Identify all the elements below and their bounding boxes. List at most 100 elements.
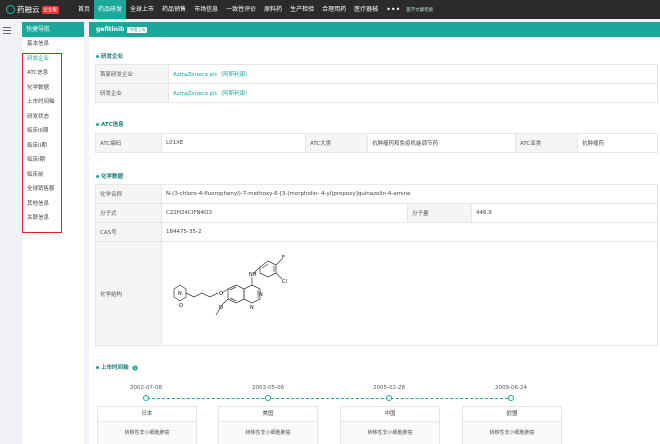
timeline-date: 2002-07-08 [130, 385, 162, 391]
timeline-country: 美国 [219, 407, 317, 422]
sidebar-item-related-info[interactable]: 关联信息 [22, 211, 84, 226]
timeline-dot[interactable] [265, 395, 271, 401]
atom-label: O [179, 303, 183, 309]
structure-cell: N O O O NH N N F Cl [161, 241, 658, 346]
atc-sub-value: 抗肿瘤药 [577, 133, 658, 153]
nav-item-api[interactable]: 原料药 [260, 0, 286, 19]
timeline-date: 2009-06-24 [495, 385, 527, 391]
nav-item-rational-use[interactable]: 合理用药 [318, 0, 350, 19]
timeline-date: 2003-05-06 [252, 385, 284, 391]
formula-label: 分子式 [95, 203, 162, 223]
table-row: 化学名称 N-(3-chloro-4-fluorophenyl)-7-metho… [95, 184, 658, 204]
timeline-card: 日本 转移性非小细胞肺癌 [97, 406, 197, 444]
table-row: CAS号 184475-35-2 [95, 222, 658, 242]
sidebar-item-basic-info[interactable]: 基本信息 [22, 37, 84, 52]
timeline-country: 中国 [341, 407, 439, 422]
developer-table: 首家研发企业 AstraZeneca plc（阿斯利康） 研发企业 AstraZ… [95, 64, 658, 103]
timeline-date: 2005-02-28 [373, 385, 405, 391]
atom-label: NH [249, 272, 257, 278]
timeline-dot[interactable] [386, 395, 392, 401]
section-dot-icon [96, 55, 99, 58]
sidebar-item-timeline[interactable]: 上市时间轴 [22, 95, 84, 110]
developer-label: 研发企业 [95, 83, 169, 103]
sidebar-title: 快捷导航 [22, 22, 84, 37]
top-navigation-bar: 药融云 企业版 首页 药品研发 全球上市 药品销售 市场信息 一致性评价 原料药… [0, 0, 660, 19]
timeline-indication: 转移性非小细胞肺癌 [219, 422, 317, 444]
atom-label: O [219, 305, 223, 311]
menu-icon[interactable] [3, 27, 11, 36]
nav-item-drug-rd[interactable]: 药品研发 [94, 0, 127, 19]
edition-badge: 企业版 [41, 5, 59, 14]
atom-label: F [282, 255, 285, 261]
developer-link[interactable]: AstraZeneca plc（阿斯利康） [168, 83, 658, 103]
main-nav: 首页 药品研发 全球上市 药品销售 市场信息 一致性评价 原料药 生产检验 合理… [74, 0, 433, 19]
sidebar-item-phase2[interactable]: 临床II期 [22, 139, 84, 154]
section-developer-title: 研发企业 [96, 52, 123, 60]
market-badge: 中国上市 [127, 26, 148, 33]
nav-item-production[interactable]: 生产检验 [286, 0, 318, 19]
table-row: 分子式 C22H24ClFN4O3 分子量 446.9 [95, 203, 658, 223]
timeline-axis [147, 398, 513, 399]
formula-value: C22H24ClFN4O3 [161, 203, 408, 223]
info-icon[interactable] [132, 364, 139, 371]
timeline-indication: 转移性非小细胞肺癌 [463, 422, 561, 444]
nav-item-devices[interactable]: 医疗器械 [350, 0, 382, 19]
drug-name: gefitinib [96, 26, 125, 33]
chemical-structure-image: N O O O NH N N F Cl [164, 248, 296, 339]
timeline-card: 美国 转移性非小细胞肺癌 [218, 406, 318, 444]
atom-label: N [259, 292, 263, 298]
cas-value: 184475-35-2 [161, 222, 658, 242]
logo[interactable]: 药融云 企业版 [0, 4, 74, 15]
section-dot-icon [96, 123, 99, 126]
more-menu-icon[interactable]: ••• [382, 5, 404, 14]
sidebar-item-chem-data[interactable]: 化学数据 [22, 81, 84, 96]
timeline-country: 欧盟 [463, 407, 561, 422]
atc-table: ATC编码 L01XE ATC大类 抗肿瘤药和免疫机能调节药 ATC亚类 抗肿瘤… [95, 133, 658, 153]
nav-item-home[interactable]: 首页 [74, 0, 94, 19]
section-chem-title: 化学数据 [96, 172, 123, 180]
main-content: gefitinib 中国上市 研发企业 首家研发企业 AstraZeneca p… [89, 22, 660, 444]
quick-nav-sidebar: 快捷导航 基本信息 研发企业 ATC信息 化学数据 上市时间轴 研发状态 临床I… [22, 22, 84, 444]
atc-sub-label: ATC亚类 [515, 133, 578, 153]
atom-label: N [250, 305, 254, 311]
first-developer-link[interactable]: AstraZeneca plc（阿斯利康） [168, 64, 658, 84]
timeline-dot[interactable] [508, 395, 514, 401]
sidebar-item-global-sales[interactable]: 全球销售额 [22, 182, 84, 197]
timeline-indication: 转移性非小细胞肺癌 [98, 422, 196, 444]
atc-code-label: ATC编码 [95, 133, 162, 153]
sidebar-item-atc[interactable]: ATC信息 [22, 66, 84, 81]
sidebar-item-other-info[interactable]: 其他信息 [22, 197, 84, 212]
atc-major-value: 抗肿瘤药和免疫机能调节药 [367, 133, 516, 153]
nav-item-global-market[interactable]: 全球上市 [126, 0, 158, 19]
chem-name-value: N-(3-chloro-4-fluorophenyl)-7-methoxy-6-… [161, 184, 658, 204]
sidebar-item-phase1[interactable]: 临床I期 [22, 153, 84, 168]
chem-table: 化学名称 N-(3-chloro-4-fluorophenyl)-7-metho… [95, 184, 658, 346]
literature-search-link[interactable]: 医学文献检索 [404, 7, 433, 13]
sidebar-item-developer[interactable]: 研发企业 [22, 52, 84, 67]
structure-label: 化学结构 [95, 241, 162, 346]
timeline-country: 日本 [98, 407, 196, 422]
chem-name-label: 化学名称 [95, 184, 162, 204]
section-dot-icon [96, 366, 99, 369]
section-timeline-title: 上市时间轴 [96, 363, 139, 371]
cas-label: CAS号 [95, 222, 162, 242]
atom-label: O [219, 291, 223, 297]
timeline-card: 中国 转移性非小细胞肺癌 [340, 406, 440, 444]
table-row: 化学结构 N O O O NH N N F Cl [95, 241, 658, 346]
nav-item-drug-sales[interactable]: 药品销售 [158, 0, 190, 19]
nav-item-market-info[interactable]: 市场信息 [190, 0, 222, 19]
sidebar-item-preclinical[interactable]: 临床前 [22, 168, 84, 183]
atc-code-value: L01XE [161, 133, 306, 153]
mw-value: 446.9 [471, 203, 658, 223]
sidebar-item-phase3[interactable]: 临床III期 [22, 124, 84, 139]
timeline-card: 欧盟 转移性非小细胞肺癌 [462, 406, 562, 444]
timeline-dot[interactable] [143, 395, 149, 401]
nav-item-consistency[interactable]: 一致性评价 [222, 0, 260, 19]
timeline-indication: 转移性非小细胞肺癌 [341, 422, 439, 444]
sidebar-item-rd-status[interactable]: 研发状态 [22, 110, 84, 125]
table-row: 研发企业 AstraZeneca plc（阿斯利康） [95, 83, 658, 103]
first-developer-label: 首家研发企业 [95, 64, 169, 84]
table-row: ATC编码 L01XE ATC大类 抗肿瘤药和免疫机能调节药 ATC亚类 抗肿瘤… [95, 133, 658, 153]
section-dot-icon [96, 175, 99, 178]
section-atc-title: ATC信息 [96, 120, 124, 128]
